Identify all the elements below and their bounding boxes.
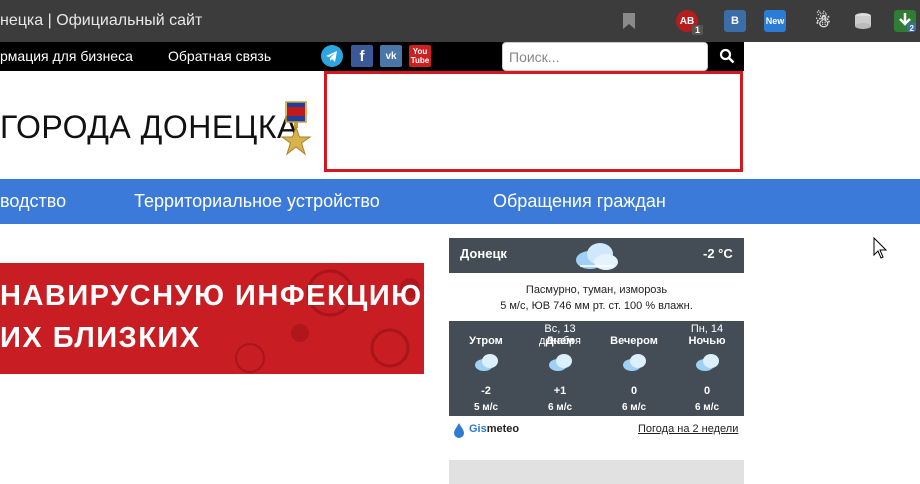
forecast-temp: -2 (481, 385, 491, 397)
download-extension-icon[interactable]: 2 (894, 10, 916, 32)
ad-banner-placeholder[interactable] (324, 71, 743, 172)
banner-line-1: НАВИРУСНУЮ ИНФЕКЦИЮ (0, 280, 423, 312)
adblock-badge: 1 (691, 25, 703, 35)
new-extension-label: New (765, 16, 785, 26)
vk-letters: vk (385, 50, 397, 62)
forecast-wind: 6 м/с (621, 402, 647, 413)
new-extension-icon[interactable]: New (764, 10, 786, 32)
facebook-icon[interactable]: f (351, 45, 373, 67)
cloud-icon (696, 354, 719, 371)
forecast-period: Утром -2 5 м/с (449, 321, 523, 416)
nav-item-management[interactable]: водство (0, 191, 66, 212)
youtube-icon[interactable]: You Tube (409, 45, 431, 67)
cloud-icon (623, 354, 646, 371)
tab-title[interactable]: нецка | Официальный сайт (0, 12, 202, 30)
database-extension-icon[interactable] (852, 10, 874, 32)
forecast-temp: 0 (630, 385, 638, 397)
weather-forecast: Утром -2 5 м/с Вс, 13 декабря Днем +1 6 … (449, 321, 744, 416)
weather-details: 5 м/с, ЮВ 746 мм рт. ст. 100 % влажн. (500, 300, 693, 312)
search-button[interactable] (716, 45, 738, 67)
forecast-label: Ночью (688, 335, 726, 347)
adblock-icon[interactable]: AB 1 (676, 10, 703, 35)
forecast-wind: 6 м/с (694, 402, 720, 413)
forecast-period: Пн, 14 Ночью 0 6 м/с (670, 321, 744, 416)
forecast-label: Днем (545, 335, 575, 347)
forecast-period: Вечером 0 6 м/с (597, 321, 671, 416)
forecast-label: Вечером (610, 335, 658, 347)
forecast-wind: 6 м/с (547, 402, 573, 413)
gismeteo-prefix: Gis (469, 423, 487, 435)
banner-line-2: ИХ БЛИЗКИХ (0, 322, 201, 354)
gismeteo-suffix: meteo (486, 423, 520, 435)
forecast-label: Утром (469, 335, 503, 347)
facebook-letter: f (359, 47, 365, 65)
business-info-link[interactable]: рмация для бизнеса (0, 48, 133, 64)
top-bar-gap (744, 42, 920, 71)
cloud-icon (475, 354, 498, 371)
bookmark-icon[interactable] (622, 12, 636, 30)
hero-star-medal-icon (280, 101, 312, 156)
site-title: ГОРОДА ДОНЕЦКА (0, 109, 299, 145)
vk-extension-icon[interactable]: B (724, 10, 746, 32)
forecast-temp: 0 (703, 385, 711, 397)
sidebar-panel (449, 460, 744, 484)
forecast-period: Вс, 13 декабря Днем +1 6 м/с (523, 321, 597, 416)
weather-two-weeks-link[interactable]: Погода на 2 недели (638, 423, 738, 435)
forecast-day: Пн, 14 (690, 323, 724, 335)
weather-description: Пасмурно, туман, изморозь (525, 284, 668, 296)
search-input[interactable] (502, 42, 708, 71)
cloud-icon (549, 354, 572, 371)
telegram-icon[interactable] (321, 45, 343, 67)
weather-temperature: -2 °C (703, 246, 733, 261)
search-icon (719, 48, 735, 64)
mouse-cursor-icon (873, 237, 887, 259)
telegram-plane-icon (326, 51, 337, 62)
youtube-bottom: Tube (410, 56, 430, 65)
nav-item-territory[interactable]: Территориальное устройство (134, 191, 380, 212)
forecast-temp: +1 (553, 385, 567, 397)
vk-extension-label: B (731, 15, 739, 27)
vk-icon[interactable]: vk (380, 45, 402, 67)
weather-city: Донецк (460, 246, 507, 261)
forecast-wind: 5 м/с (473, 402, 499, 413)
santa-extension-icon[interactable]: ☃ (812, 10, 834, 32)
gismeteo-link[interactable]: Gismeteo (469, 423, 519, 435)
cloud-icon (576, 243, 618, 270)
download-badge: 2 (910, 24, 915, 32)
gismeteo-drop-icon (454, 423, 464, 438)
nav-item-appeals[interactable]: Обращения граждан (493, 191, 666, 212)
feedback-link[interactable]: Обратная связь (168, 48, 271, 64)
youtube-top: You (412, 47, 428, 56)
